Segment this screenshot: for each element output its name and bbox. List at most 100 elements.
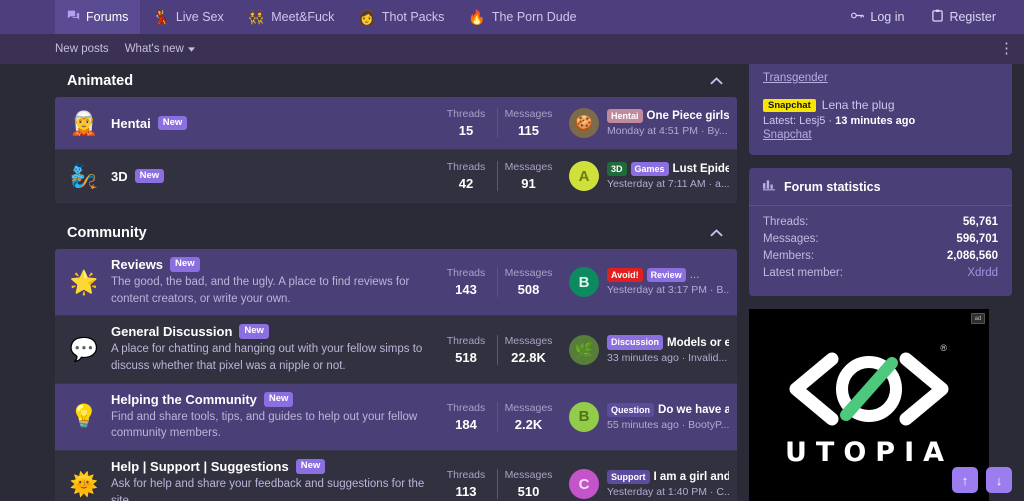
thread-prefix-badge-secondary[interactable]: Games <box>630 161 669 177</box>
new-badge: New <box>295 459 326 474</box>
node-title-helping-the-community[interactable]: Helping the Community <box>111 392 257 407</box>
reviews-node-icon: 🌟 <box>69 268 99 295</box>
last-post-title[interactable]: Do we have a... <box>658 404 729 416</box>
forum-statistics-widget: Forum statistics Threads: 56,761 Message… <box>749 168 1012 296</box>
registered-trademark-icon: ® <box>940 343 947 353</box>
forum-node-reviews[interactable]: 🌟 Reviews New The good, the bad, and the… <box>55 249 737 317</box>
sidebar-column: Transgender Snapchat Lena the plug Lates… <box>737 64 1024 501</box>
node-stats: Threads 143 Messages 508 <box>435 267 559 298</box>
page-body: Animated 🧝 Hentai New Threads 15 Message… <box>0 64 1024 501</box>
category-title-community: Community <box>67 224 147 241</box>
avatar[interactable]: B <box>569 267 599 298</box>
category-block-animated: Animated 🧝 Hentai New Threads 15 Message… <box>55 64 737 203</box>
latest-thread-link-transgender[interactable]: Transgender <box>763 72 998 84</box>
category-header-community[interactable]: Community <box>55 216 737 249</box>
stats-value-messages: 596,701 <box>956 233 998 245</box>
chevron-up-icon[interactable] <box>710 76 723 85</box>
latest-thread-title[interactable]: Lena the plug <box>822 98 895 112</box>
node-last-post: 🍪 Hentai One Piece girls Monday at 4:51 … <box>559 108 729 138</box>
utopia-logo-icon <box>749 349 989 434</box>
avatar[interactable]: A <box>569 161 599 191</box>
arrow-down-icon[interactable]: ↓ <box>986 467 1012 493</box>
node-last-post: C Support I am a girl and... Yesterday a… <box>559 469 730 500</box>
last-post-title-row: Hentai One Piece girls <box>607 108 729 124</box>
node-description: Ask for help and share your feedback and… <box>111 478 425 501</box>
node-title-help-support-suggestions[interactable]: Help | Support | Suggestions <box>111 459 289 474</box>
thread-prefix-badge-secondary[interactable]: Review <box>646 268 686 283</box>
ad-choices-icon[interactable]: ad <box>971 313 985 324</box>
last-post-title[interactable]: One Piece girls <box>647 110 729 122</box>
general-discussion-node-icon: 💬 <box>69 336 99 363</box>
stat-threads: Threads 143 <box>435 267 497 297</box>
forum-node-general-discussion[interactable]: 💬 General Discussion New A place for cha… <box>55 316 737 384</box>
thread-prefix-badge[interactable]: Question <box>607 402 655 417</box>
chevron-up-icon[interactable] <box>710 228 723 237</box>
helping-community-node-icon: 💡 <box>69 403 99 430</box>
stat-messages: Messages 22.8K <box>497 334 559 365</box>
forum-node-3d[interactable]: 🧞 3D New Threads 42 Messages 91 A 3D Gam… <box>55 150 737 203</box>
forum-node-helping-the-community[interactable]: 💡 Helping the Community New Find and sha… <box>55 383 737 452</box>
stat-messages-value: 2.2K <box>514 416 543 432</box>
stat-messages-label: Messages <box>504 267 553 280</box>
nav-item-meet-fuck[interactable]: 👯 Meet&Fuck <box>236 0 347 34</box>
forum-node-hentai[interactable]: 🧝 Hentai New Threads 15 Messages 115 🍪 H… <box>55 97 737 150</box>
thread-prefix-badge[interactable]: 3D <box>607 161 627 177</box>
subnav-new-posts[interactable]: New posts <box>55 43 109 55</box>
register-button[interactable]: Register <box>920 9 1008 25</box>
stat-messages: Messages 115 <box>497 108 559 138</box>
last-post-title[interactable]: ... <box>690 269 700 281</box>
top-navigation-bar: Forums 💃 Live Sex 👯 Meet&Fuck 👩 Thot Pac… <box>0 0 1024 34</box>
avatar[interactable]: C <box>569 469 599 500</box>
latest-forum-link-snapchat[interactable]: Snapchat <box>763 129 998 141</box>
stats-key-threads: Threads: <box>763 216 809 228</box>
avatar[interactable]: 🌿 <box>569 334 599 365</box>
login-button[interactable]: Log in <box>839 10 916 24</box>
subnav-overflow-menu[interactable]: ⋮ <box>999 41 1014 56</box>
last-post-title-row: 3D Games Lust Epide... <box>607 161 729 177</box>
stat-threads: Threads 518 <box>435 335 497 365</box>
nav-item-thot-packs[interactable]: 👩 Thot Packs <box>346 0 456 34</box>
node-main-help-support-suggestions: Help | Support | Suggestions New Ask for… <box>111 459 435 501</box>
node-title-general-discussion[interactable]: General Discussion <box>111 324 232 339</box>
last-post-title-row: Discussion Models or e... <box>607 335 729 350</box>
nav-item-the-porn-dude[interactable]: 🔥 The Porn Dude <box>456 0 588 34</box>
stats-value-latest-member[interactable]: Xdrdd <box>967 267 998 279</box>
stat-threads: Threads 113 <box>435 469 497 499</box>
stats-value-members: 2,086,560 <box>946 250 998 262</box>
latest-thread-meta: Latest: Lesj5 · 13 minutes ago <box>763 115 998 127</box>
forum-node-help-support-suggestions[interactable]: 🌞 Help | Support | Suggestions New Ask f… <box>55 451 737 501</box>
avatar[interactable]: 🍪 <box>569 108 599 138</box>
stats-row-latest-member: Latest member: Xdrdd <box>763 267 998 279</box>
nav-item-live-sex[interactable]: 💃 Live Sex <box>140 0 235 34</box>
subnav-whats-new-label: What's new <box>124 43 184 55</box>
last-post-title[interactable]: Lust Epide... <box>673 163 729 175</box>
node-title-3d[interactable]: 3D <box>111 169 128 184</box>
stats-key-messages: Messages: <box>763 233 819 245</box>
snapchat-prefix-badge[interactable]: Snapchat <box>763 98 816 112</box>
latest-user[interactable]: Lesj5 <box>799 115 825 127</box>
register-label: Register <box>949 10 996 24</box>
stat-messages-label: Messages <box>504 401 553 414</box>
forum-statistics-title: Forum statistics <box>784 179 881 194</box>
stat-threads-label: Threads <box>446 334 486 347</box>
arrow-up-icon[interactable]: ↑ <box>952 467 978 493</box>
last-post-title[interactable]: Models or e... <box>667 337 729 349</box>
last-post-title[interactable]: I am a girl and... <box>654 471 730 483</box>
latest-time: 13 minutes ago <box>835 115 916 127</box>
thread-prefix-badge[interactable]: Support <box>607 470 650 485</box>
avatar[interactable]: B <box>569 401 599 432</box>
nav-label-the-porn-dude: The Porn Dude <box>491 10 577 24</box>
node-stats: Threads 113 Messages 510 <box>435 469 559 500</box>
node-title-hentai[interactable]: Hentai <box>111 116 151 131</box>
node-title-reviews[interactable]: Reviews <box>111 257 163 272</box>
new-badge: New <box>157 115 188 131</box>
main-content-column: Animated 🧝 Hentai New Threads 15 Message… <box>0 64 737 501</box>
latest-separator: · <box>825 115 836 127</box>
last-post-meta: Monday at 4:51 PM · By... <box>607 125 728 138</box>
thread-prefix-badge[interactable]: Avoid! <box>607 268 643 283</box>
nav-item-forums[interactable]: Forums <box>55 0 141 34</box>
subnav-whats-new[interactable]: What's new <box>125 43 195 55</box>
thread-prefix-badge[interactable]: Hentai <box>607 108 643 124</box>
category-header-animated[interactable]: Animated <box>55 64 737 97</box>
thread-prefix-badge[interactable]: Discussion <box>607 335 664 350</box>
